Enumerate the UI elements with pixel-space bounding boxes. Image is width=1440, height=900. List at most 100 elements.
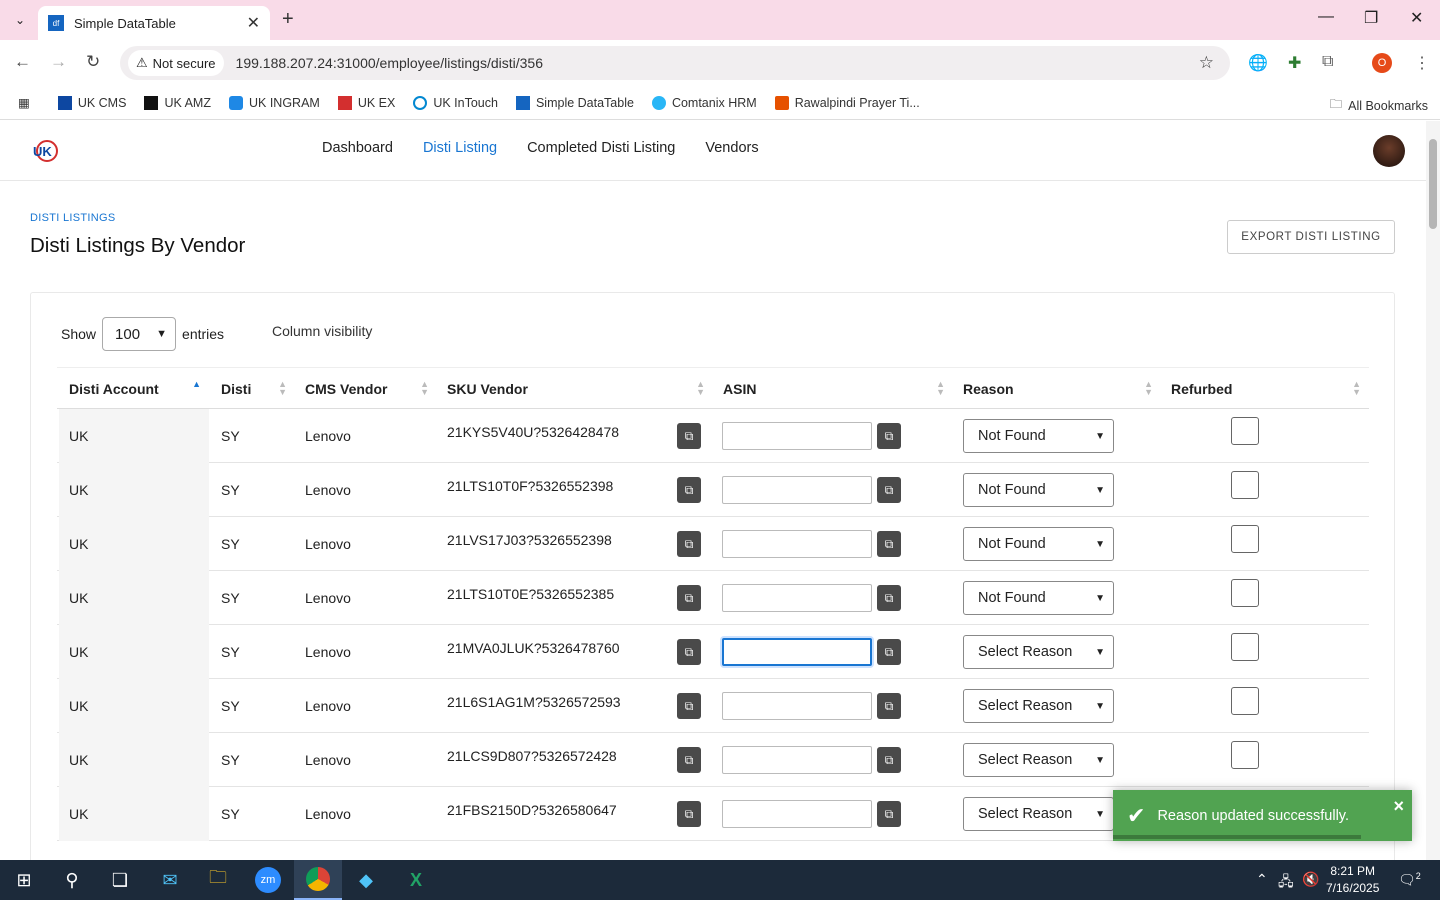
uk-logo-icon[interactable]: UK xyxy=(32,138,58,164)
bookmark-uk-ex[interactable]: UK EX xyxy=(337,95,395,110)
asin-input[interactable] xyxy=(722,692,872,720)
copy-asin-button[interactable]: ⧉ xyxy=(877,787,901,841)
network-icon[interactable]: 🖧 xyxy=(1278,871,1294,895)
minimize-icon[interactable]: — xyxy=(1318,8,1334,26)
nav-completed-disti-listing[interactable]: Completed Disti Listing xyxy=(527,140,675,156)
address-bar[interactable]: ⚠ Not secure 199.188.207.24:31000/employ… xyxy=(120,46,1230,80)
refurbed-checkbox[interactable] xyxy=(1231,687,1259,715)
entries-select[interactable]: 100 ▼ xyxy=(102,317,177,351)
browser-menu-icon[interactable]: ⋮ xyxy=(1414,53,1430,73)
asin-input[interactable] xyxy=(722,476,872,504)
reason-select[interactable]: Select Reason ▼ xyxy=(963,689,1114,723)
nav-vendors[interactable]: Vendors xyxy=(705,140,758,156)
nav-disti-listing[interactable]: Disti Listing xyxy=(423,140,497,156)
reason-select[interactable]: Not Found ▼ xyxy=(963,581,1114,615)
th-cms-vendor[interactable]: CMS Vendor ▲ ▼ xyxy=(293,368,435,410)
security-chip[interactable]: ⚠ Not secure xyxy=(128,50,224,76)
copy-sku-button[interactable]: ⧉ xyxy=(677,733,701,787)
copy-sku-button[interactable]: ⧉ xyxy=(677,625,701,679)
volume-muted-icon[interactable]: 🔇 xyxy=(1302,871,1319,888)
extension-plus-icon[interactable]: ✚ xyxy=(1288,53,1301,73)
asin-input[interactable] xyxy=(722,422,872,450)
bookmark-simple-datatable[interactable]: Simple DataTable xyxy=(515,95,634,110)
reason-select[interactable]: Select Reason ▼ xyxy=(963,635,1114,669)
excel-icon[interactable]: X xyxy=(392,860,440,900)
bookmark-comtanix-hrm[interactable]: Comtanix HRM xyxy=(651,95,757,110)
copy-sku-button[interactable]: ⧉ xyxy=(677,787,701,841)
reason-select[interactable]: Select Reason ▼ xyxy=(963,797,1114,831)
search-icon[interactable]: ⚲ xyxy=(48,860,96,900)
reason-select[interactable]: Not Found ▼ xyxy=(963,419,1114,453)
asin-input[interactable] xyxy=(722,584,872,612)
close-window-icon[interactable]: ✕ xyxy=(1410,8,1423,28)
bookmark-uk-ingram[interactable]: UK INGRAM xyxy=(228,95,320,110)
copy-sku-button[interactable]: ⧉ xyxy=(677,409,701,463)
copy-asin-button[interactable]: ⧉ xyxy=(877,463,901,517)
extensions-puzzle-icon[interactable]: ⧉ xyxy=(1322,53,1333,71)
asin-input[interactable] xyxy=(722,746,872,774)
copy-asin-button[interactable]: ⧉ xyxy=(877,409,901,463)
th-disti[interactable]: Disti ▲ ▼ xyxy=(209,368,293,410)
export-disti-listing-button[interactable]: EXPORT DISTI LISTING xyxy=(1227,220,1395,254)
copy-sku-button[interactable]: ⧉ xyxy=(677,679,701,733)
taskbar-clock[interactable]: 8:21 PM 7/16/2025 xyxy=(1326,863,1379,897)
nav-dashboard[interactable]: Dashboard xyxy=(322,140,393,156)
column-visibility-button[interactable]: Column visibility xyxy=(272,323,372,339)
restore-icon[interactable]: ❐ xyxy=(1364,8,1378,28)
chrome-icon[interactable] xyxy=(294,860,342,900)
refurbed-checkbox[interactable] xyxy=(1231,633,1259,661)
task-view-icon[interactable]: ❏ xyxy=(96,860,144,900)
copy-asin-button[interactable]: ⧉ xyxy=(877,625,901,679)
copy-sku-button[interactable]: ⧉ xyxy=(677,571,701,625)
th-sku-vendor[interactable]: SKU Vendor ▲ ▼ xyxy=(435,368,711,410)
refurbed-checkbox[interactable] xyxy=(1231,471,1259,499)
file-explorer-icon[interactable]: 🗀 xyxy=(194,860,242,900)
th-asin[interactable]: ASIN ▲ ▼ xyxy=(711,368,951,410)
bookmark-uk-intouch[interactable]: UK InTouch xyxy=(413,95,498,110)
translate-icon[interactable]: 🌐 xyxy=(1248,53,1268,73)
asin-input[interactable] xyxy=(722,800,872,828)
app-diamond-icon[interactable]: ◆ xyxy=(342,860,390,900)
th-refurbed[interactable]: Refurbed ▲ ▼ xyxy=(1159,368,1367,410)
outlook-icon[interactable]: ✉ xyxy=(146,860,194,900)
refurbed-checkbox[interactable] xyxy=(1231,525,1259,553)
page-scrollbar[interactable] xyxy=(1426,121,1440,860)
notifications-icon[interactable]: 🗨2 xyxy=(1398,871,1421,889)
copy-asin-button[interactable]: ⧉ xyxy=(877,517,901,571)
scrollbar-thumb[interactable] xyxy=(1429,139,1437,229)
asin-input[interactable] xyxy=(722,530,872,558)
reason-select[interactable]: Not Found ▼ xyxy=(963,527,1114,561)
profile-avatar[interactable]: O xyxy=(1372,53,1392,73)
user-avatar[interactable] xyxy=(1373,135,1405,167)
browser-tab[interactable]: df Simple DataTable ✕ xyxy=(38,6,270,40)
breadcrumb[interactable]: DISTI LISTINGS xyxy=(30,212,116,224)
copy-asin-button[interactable]: ⧉ xyxy=(877,679,901,733)
close-toast-icon[interactable]: × xyxy=(1393,796,1404,817)
new-tab-icon[interactable]: + xyxy=(282,8,294,31)
reload-icon[interactable]: ↻ xyxy=(86,52,100,72)
th-disti-account[interactable]: Disti Account ▲ xyxy=(57,368,207,410)
th-reason[interactable]: Reason ▲ ▼ xyxy=(951,368,1159,410)
refurbed-checkbox[interactable] xyxy=(1231,417,1259,445)
refurbed-checkbox[interactable] xyxy=(1231,741,1259,769)
bookmark-star-icon[interactable]: ☆ xyxy=(1199,53,1214,73)
url-text[interactable]: 199.188.207.24:31000/employee/listings/d… xyxy=(236,55,543,71)
tray-chevron-icon[interactable]: ⌃ xyxy=(1256,871,1268,888)
bookmark-uk-amz[interactable]: UK AMZ xyxy=(144,95,211,110)
zoom-icon[interactable]: zm xyxy=(244,860,292,900)
copy-asin-button[interactable]: ⧉ xyxy=(877,733,901,787)
copy-sku-button[interactable]: ⧉ xyxy=(677,517,701,571)
bookmark-rawalpindi-prayer[interactable]: Rawalpindi Prayer Ti... xyxy=(774,95,920,110)
windows-start-icon[interactable]: ⊞ xyxy=(0,860,48,900)
reason-select[interactable]: Not Found ▼ xyxy=(963,473,1114,507)
bookmark-uk-cms[interactable]: UK CMS xyxy=(57,95,126,110)
close-tab-icon[interactable]: ✕ xyxy=(247,13,260,33)
all-bookmarks[interactable]: 🗀 All Bookmarks xyxy=(1330,95,1428,116)
tab-search-chevron-icon[interactable]: ⌄ xyxy=(8,8,32,32)
back-icon[interactable]: ← xyxy=(14,52,31,72)
refurbed-checkbox[interactable] xyxy=(1231,579,1259,607)
asin-input[interactable] xyxy=(722,638,872,666)
reason-select[interactable]: Select Reason ▼ xyxy=(963,743,1114,777)
copy-sku-button[interactable]: ⧉ xyxy=(677,463,701,517)
copy-asin-button[interactable]: ⧉ xyxy=(877,571,901,625)
